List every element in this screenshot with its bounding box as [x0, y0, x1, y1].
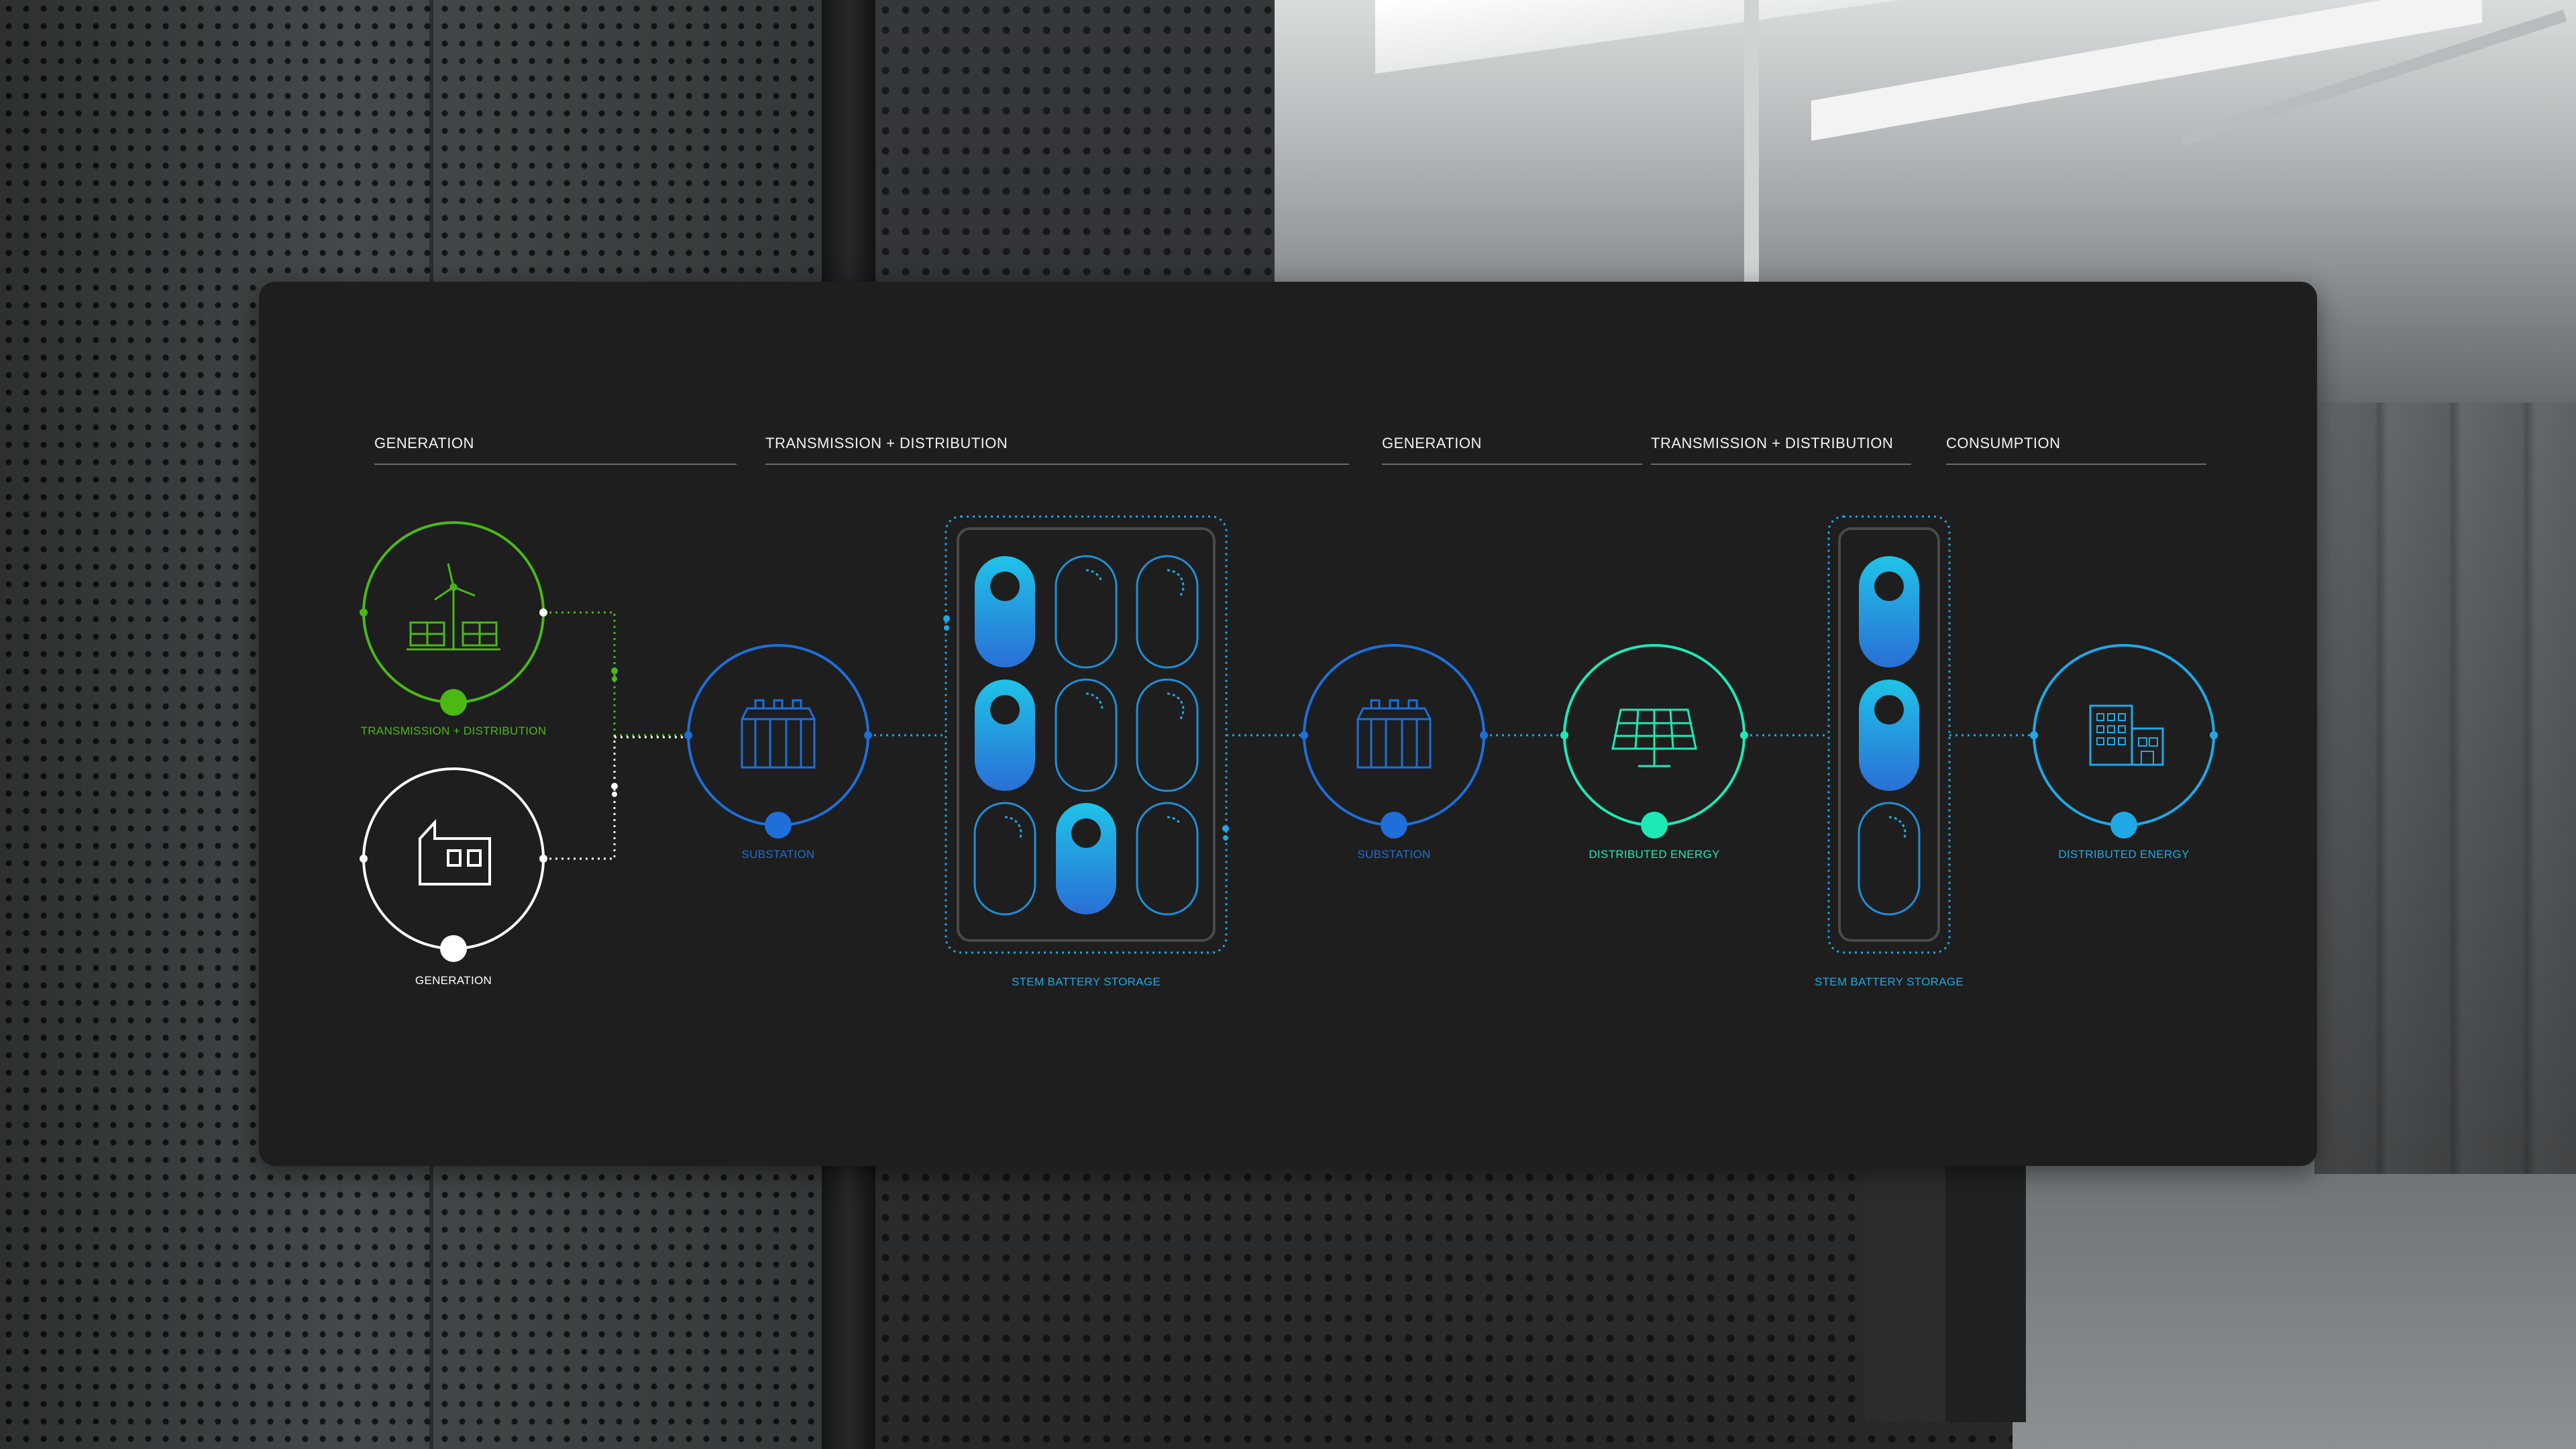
battery-cell-charging [1055, 678, 1118, 792]
energy-flow-panel: GENERATION TRANSMISSION + DISTRIBUTION G… [259, 282, 2317, 1166]
connector-plant [543, 735, 616, 860]
consumer-label: DISTRIBUTED ENERGY [2058, 848, 2190, 861]
substation-1-label: SUBSTATION [741, 848, 815, 861]
building-icon [2089, 704, 2164, 766]
electrical-cabinet [1865, 1167, 1945, 1422]
substation-icon [1356, 699, 1432, 769]
storage-2-rack [1827, 515, 1951, 954]
substation-1-node [684, 644, 872, 839]
distributed-energy-node [1560, 644, 1748, 839]
battery-cell-charging [1136, 802, 1199, 916]
solar-panel-icon [1611, 708, 1697, 767]
storage-1-rack [945, 515, 1228, 954]
storage-1-label: STEM BATTERY STORAGE [1011, 975, 1161, 988]
consumer-node [2030, 644, 2218, 839]
renewable-node [360, 521, 547, 716]
distributed-energy-label: DISTRIBUTED ENERGY [1589, 848, 1720, 861]
storage-2-label: STEM BATTERY STORAGE [1814, 975, 1964, 988]
battery-cell-charging [1055, 555, 1118, 669]
battery-cell-charging [1136, 678, 1199, 792]
battery-cell-charged [975, 556, 1035, 667]
battery-cell-charged [975, 680, 1035, 791]
factory-icon [419, 818, 491, 885]
battery-cell-charged [1056, 803, 1116, 914]
renewable-label: TRANSMISSION + DISTRIBUTION [360, 724, 547, 737]
substation-2-label: SUBSTATION [1357, 848, 1431, 861]
substation-icon [741, 699, 816, 769]
plant-node [360, 767, 547, 962]
battery-cell-charged [1859, 556, 1919, 667]
battery-cell-charging [973, 802, 1036, 916]
battery-cell-charging [1136, 555, 1199, 669]
floor [2012, 1140, 2576, 1449]
storage-1-cells [973, 555, 1199, 916]
flow-diagram [360, 515, 2218, 962]
plant-label: GENERATION [415, 974, 492, 987]
battery-cell-charged [1859, 680, 1919, 791]
substation-2-node [1300, 644, 1488, 839]
wind-solar-icon [407, 563, 500, 651]
battery-cell-charging [1858, 802, 1921, 916]
racks-shading [2314, 402, 2576, 1174]
storage-2-cells [1858, 556, 1921, 916]
electrical-cabinet [1945, 1140, 2026, 1422]
